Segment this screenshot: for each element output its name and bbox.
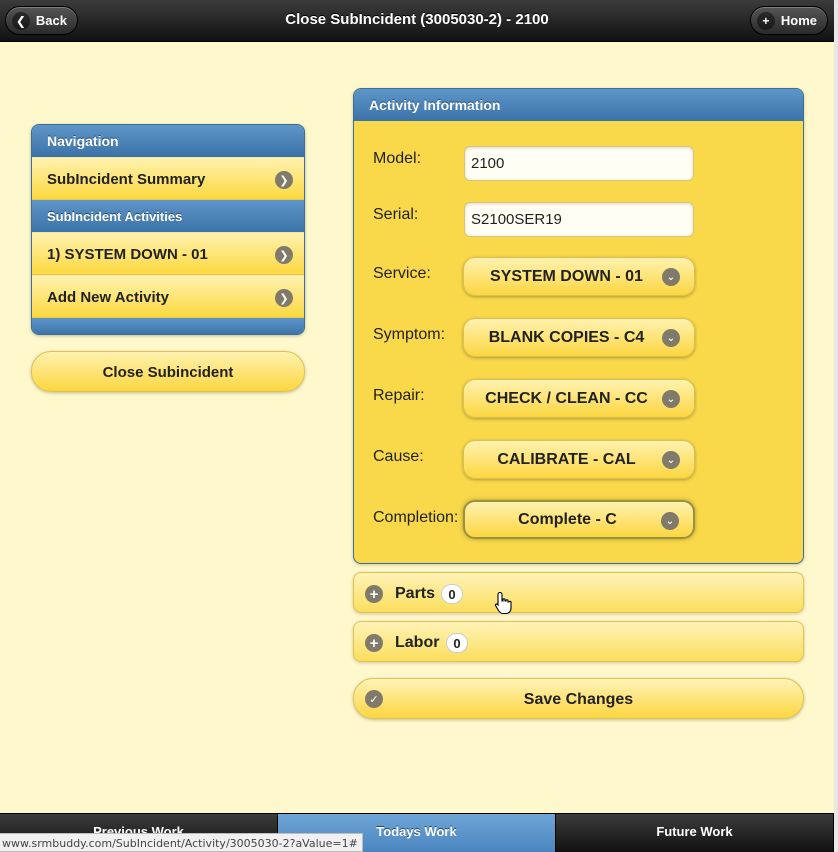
chevron-down-icon: ⌄: [662, 390, 680, 408]
serial-input[interactable]: [464, 202, 694, 237]
nav-item-subincident-summary[interactable]: SubIncident Summary ❯: [32, 157, 304, 200]
chevron-right-icon: ❯: [275, 246, 293, 264]
close-subincident-button[interactable]: Close Subincident: [31, 351, 305, 392]
chevron-down-icon: ⌄: [662, 329, 680, 347]
nav-item-label: 1) SYSTEM DOWN - 01: [47, 246, 208, 263]
symptom-label: Symptom:: [373, 326, 446, 343]
status-bar-url: www.srmbuddy.com/SubIncident/Activity/30…: [0, 833, 363, 852]
save-changes-label: Save Changes: [523, 691, 634, 708]
plus-icon: +: [757, 11, 775, 30]
symptom-select[interactable]: BLANK COPIES - C4 ⌄: [463, 318, 695, 357]
page-header: ❮ Back Close SubIncident (3005030-2) - 2…: [0, 0, 834, 42]
navigation-panel: Navigation SubIncident Summary ❯ SubInci…: [31, 124, 305, 335]
save-changes-button[interactable]: ✓ Save Changes: [353, 678, 804, 719]
parts-collapsible[interactable]: + Parts 0: [353, 572, 804, 613]
chevron-right-icon: ❯: [275, 171, 293, 189]
labor-label: Labor: [395, 634, 440, 651]
chevron-down-icon: ⌄: [662, 451, 680, 469]
home-button[interactable]: + Home: [750, 6, 828, 35]
chevron-down-icon: ⌄: [662, 268, 680, 286]
cause-select-value: CALIBRATE - CAL: [497, 450, 636, 468]
repair-select-value: CHECK / CLEAN - CC: [485, 389, 648, 407]
scrollbar[interactable]: [834, 0, 838, 852]
hand-cursor-icon: [494, 591, 512, 615]
parts-label: Parts: [395, 585, 436, 602]
completion-select[interactable]: Complete - C ⌄: [463, 500, 695, 539]
nav-item-add-new-activity[interactable]: Add New Activity ❯: [32, 275, 304, 318]
completion-select-value: Complete - C: [518, 510, 617, 528]
chevron-right-icon: ❯: [275, 289, 293, 307]
labor-count-badge: 0: [446, 633, 468, 653]
repair-label: Repair:: [373, 387, 425, 404]
activity-information-panel: Activity Information Model: Serial: Serv…: [353, 88, 804, 564]
plus-icon: +: [365, 634, 383, 652]
service-select-value: SYSTEM DOWN - 01: [490, 267, 643, 285]
plus-icon: +: [365, 585, 383, 603]
parts-count-badge: 0: [441, 584, 463, 604]
completion-label: Completion:: [373, 509, 459, 526]
labor-collapsible[interactable]: + Labor 0: [353, 621, 804, 662]
home-button-label: Home: [780, 13, 817, 28]
model-input[interactable]: [464, 146, 694, 181]
serial-label: Serial:: [373, 206, 419, 223]
nav-item-activity-1[interactable]: 1) SYSTEM DOWN - 01 ❯: [32, 232, 304, 275]
nav-item-label: SubIncident Summary: [47, 171, 206, 188]
activity-information-title: Activity Information: [354, 89, 803, 121]
cause-label: Cause:: [373, 448, 424, 465]
chevron-down-icon: ⌄: [661, 512, 679, 530]
model-label: Model:: [373, 150, 422, 167]
repair-select[interactable]: CHECK / CLEAN - CC ⌄: [463, 379, 695, 418]
symptom-select-value: BLANK COPIES - C4: [488, 328, 645, 346]
cause-select[interactable]: CALIBRATE - CAL ⌄: [463, 440, 695, 479]
activities-title: SubIncident Activities: [32, 200, 304, 232]
page-title: Close SubIncident (3005030-2) - 2100: [285, 11, 549, 28]
tab-future-work[interactable]: Future Work: [556, 814, 834, 852]
navigation-footer: [32, 318, 304, 334]
nav-item-label: Add New Activity: [47, 289, 169, 306]
service-label: Service:: [373, 265, 431, 282]
navigation-title: Navigation: [32, 125, 304, 157]
service-select[interactable]: SYSTEM DOWN - 01 ⌄: [463, 257, 695, 296]
